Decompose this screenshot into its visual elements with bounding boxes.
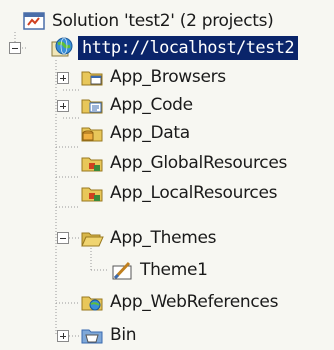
solution-node[interactable]: Solution 'test2' (2 projects) xyxy=(22,6,274,36)
folder-item-app-globalresources[interactable]: App_GlobalResources xyxy=(80,148,287,178)
web-globe-icon xyxy=(51,37,73,57)
folder-icon xyxy=(81,71,103,86)
app-themes-collapse-toggle[interactable] xyxy=(57,232,69,244)
open-folder-icon xyxy=(81,232,104,247)
folder-item-app-data[interactable]: App_Data xyxy=(80,118,190,148)
code-folder-icon xyxy=(81,99,103,114)
app-browsers-expand-toggle[interactable] xyxy=(57,72,69,84)
resources-folder-icon xyxy=(81,157,103,172)
folder-label: App_Themes xyxy=(110,228,217,248)
solution-explorer-tree: Solution 'test2' (2 projects) http://loc… xyxy=(0,0,334,350)
folder-item-app-webreferences[interactable]: App_WebReferences xyxy=(80,287,278,317)
folder-item-app-code[interactable]: App_Code xyxy=(80,90,193,120)
folder-item-bin[interactable]: Bin xyxy=(80,320,137,350)
bin-expand-toggle[interactable] xyxy=(57,330,69,342)
theme-icon xyxy=(112,261,132,280)
solution-icon xyxy=(23,12,45,30)
data-folder-icon xyxy=(81,127,103,142)
resources-folder-icon xyxy=(81,187,103,202)
folder-label: App_LocalResources xyxy=(110,183,278,203)
web-references-folder-icon xyxy=(81,296,103,311)
folder-item-app-browsers[interactable]: App_Browsers xyxy=(80,62,226,92)
project-node[interactable]: http://localhost/test2 xyxy=(50,33,298,63)
folder-item-app-themes[interactable]: App_Themes xyxy=(80,223,217,253)
bin-folder-icon xyxy=(81,329,103,344)
folder-label: App_Browsers xyxy=(110,67,226,87)
folder-label: App_GlobalResources xyxy=(110,153,288,173)
theme-item-theme1[interactable]: Theme1 xyxy=(110,255,208,285)
folder-label: App_Code xyxy=(110,95,193,115)
theme-label: Theme1 xyxy=(140,260,208,280)
app-code-expand-toggle[interactable] xyxy=(57,100,69,112)
solution-label: Solution 'test2' (2 projects) xyxy=(52,11,274,31)
folder-label: App_WebReferences xyxy=(110,292,279,312)
folder-label: Bin xyxy=(110,325,137,345)
folder-item-app-localresources[interactable]: App_LocalResources xyxy=(80,178,278,208)
project-label: http://localhost/test2 xyxy=(78,36,298,60)
folder-label: App_Data xyxy=(110,123,190,143)
project-collapse-toggle[interactable] xyxy=(9,42,21,54)
